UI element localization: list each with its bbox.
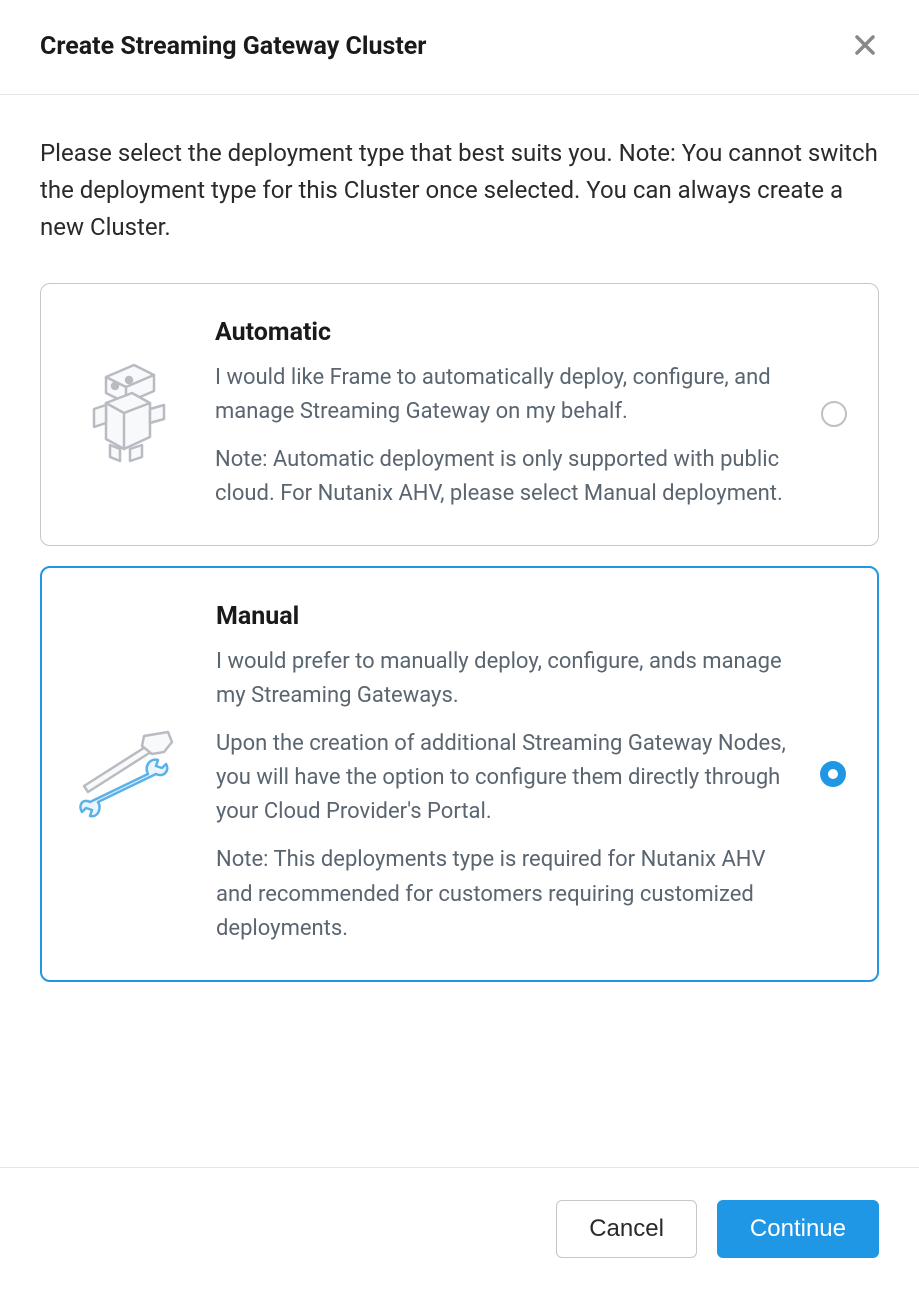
- option-manual-radio[interactable]: [819, 761, 847, 787]
- option-manual-desc2: Upon the creation of additional Streamin…: [216, 727, 795, 829]
- option-manual-desc3: Note: This deployments type is required …: [216, 843, 795, 945]
- tools-icon: [62, 724, 192, 824]
- option-automatic[interactable]: Automatic I would like Frame to automati…: [40, 283, 879, 546]
- option-automatic-desc1: I would like Frame to automatically depl…: [215, 361, 796, 429]
- option-automatic-content: Automatic I would like Frame to automati…: [215, 318, 796, 511]
- continue-button[interactable]: Continue: [717, 1200, 879, 1258]
- option-automatic-title: Automatic: [215, 318, 796, 347]
- robot-icon: [61, 359, 191, 469]
- option-automatic-radio[interactable]: [820, 401, 848, 427]
- modal-footer: Cancel Continue: [0, 1167, 919, 1290]
- option-automatic-desc2: Note: Automatic deployment is only suppo…: [215, 443, 796, 511]
- modal-body: Please select the deployment type that b…: [0, 95, 919, 1167]
- option-manual-content: Manual I would prefer to manually deploy…: [216, 602, 795, 946]
- modal-header: Create Streaming Gateway Cluster: [0, 0, 919, 95]
- intro-text: Please select the deployment type that b…: [40, 135, 879, 247]
- cancel-button[interactable]: Cancel: [556, 1200, 697, 1258]
- option-manual[interactable]: Manual I would prefer to manually deploy…: [40, 566, 879, 982]
- modal-title: Create Streaming Gateway Cluster: [40, 32, 426, 61]
- close-button[interactable]: [851, 28, 879, 64]
- option-manual-title: Manual: [216, 602, 795, 631]
- radio-checked-icon: [820, 761, 846, 787]
- radio-unchecked-icon: [821, 401, 847, 427]
- option-manual-desc1: I would prefer to manually deploy, confi…: [216, 645, 795, 713]
- close-icon: [855, 30, 875, 61]
